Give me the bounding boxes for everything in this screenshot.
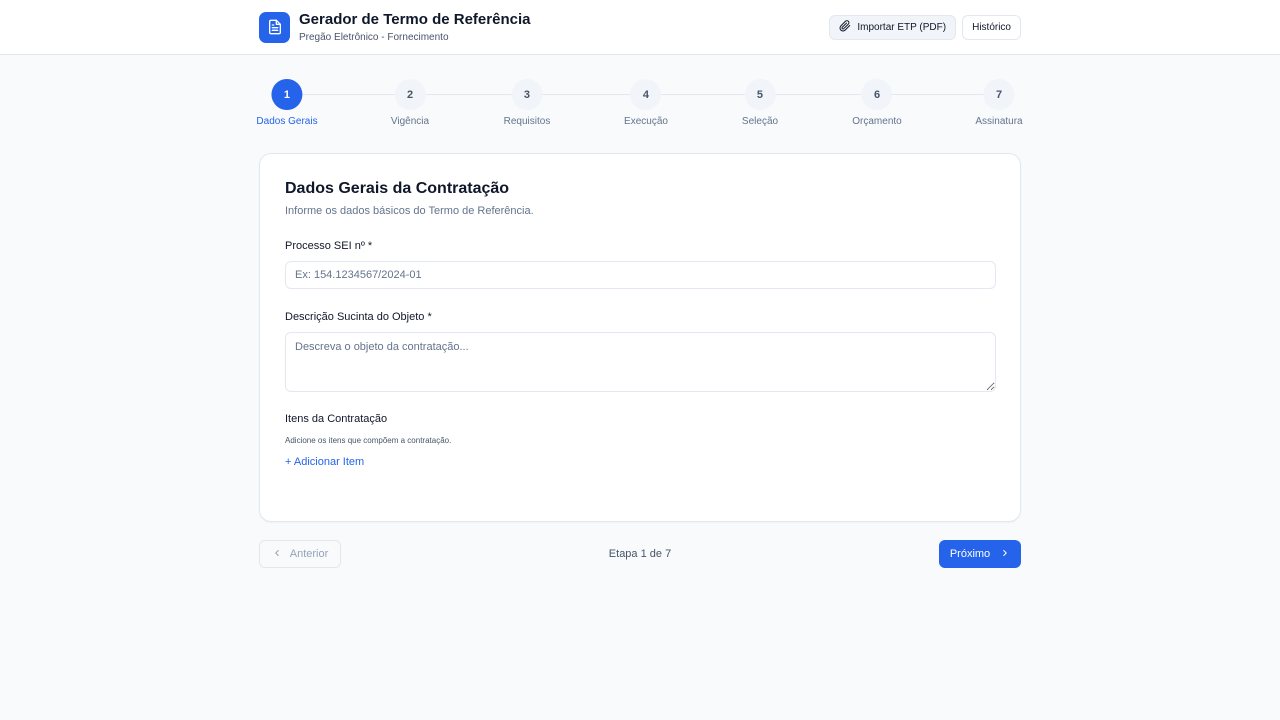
descricao-objeto-label: Descrição Sucinta do Objeto *	[285, 311, 432, 323]
step-assinatura[interactable]: 7 Assinatura	[975, 79, 1023, 127]
header-content: Gerador de Termo de Referência Pregão El…	[259, 0, 1021, 54]
chevron-left-icon	[272, 548, 282, 561]
processo-sei-label: Processo SEI nº *	[285, 240, 373, 252]
step-vigencia[interactable]: 2 Vigência	[391, 79, 429, 127]
step-selecao[interactable]: 5 Seleção	[742, 79, 778, 127]
step-number: 1	[271, 79, 303, 110]
previous-button[interactable]: Anterior	[259, 540, 341, 568]
step-execucao[interactable]: 4 Execução	[624, 79, 668, 127]
import-etp-button[interactable]: Importar ETP (PDF)	[829, 14, 957, 40]
step-label: Seleção	[741, 116, 779, 127]
paperclip-icon	[839, 19, 851, 35]
step-number: 3	[511, 79, 543, 110]
step-counter: Etapa 1 de 7	[608, 548, 672, 560]
step-requisitos[interactable]: 3 Requisitos	[503, 79, 551, 127]
descricao-objeto-textarea[interactable]	[285, 332, 996, 392]
brand-text: Gerador de Termo de Referência Pregão El…	[299, 11, 530, 43]
step-number: 5	[744, 79, 776, 110]
next-label: Próximo	[949, 548, 991, 560]
header-actions: Importar ETP (PDF) Histórico	[829, 14, 1021, 40]
step-number: 2	[394, 79, 426, 110]
form-subtitle: Informe os dados básicos do Termo de Ref…	[285, 205, 534, 217]
step-label: Orçamento	[852, 116, 902, 127]
itens-contratacao-hint: Adicione os itens que compõem a contrata…	[285, 436, 452, 445]
step-label: Execução	[624, 116, 668, 127]
next-button[interactable]: Próximo	[939, 540, 1021, 568]
step-number: 4	[630, 79, 662, 110]
wizard-navigation: Etapa 1 de 7 Anterior Próximo	[259, 540, 1021, 568]
step-label: Requisitos	[503, 116, 551, 127]
brand: Gerador de Termo de Referência Pregão El…	[259, 11, 530, 43]
chevron-right-icon	[1000, 548, 1010, 561]
step-label: Dados Gerais	[256, 116, 318, 127]
step-number: 7	[983, 79, 1015, 110]
step-label: Assinatura	[975, 116, 1023, 127]
step-label: Vigência	[390, 116, 430, 127]
form-title: Dados Gerais da Contratação	[285, 180, 510, 197]
import-etp-label: Importar ETP (PDF)	[857, 21, 947, 33]
document-icon	[259, 11, 290, 43]
step-dados-gerais[interactable]: 1 Dados Gerais	[256, 79, 318, 127]
form-card: Dados Gerais da Contratação Informe os d…	[259, 153, 1021, 522]
history-button[interactable]: Histórico	[962, 14, 1021, 40]
itens-contratacao-title: Itens da Contratação	[285, 413, 388, 425]
add-item-button[interactable]: + Adicionar Item	[285, 456, 364, 468]
step-number: 6	[861, 79, 893, 110]
previous-label: Anterior	[289, 548, 329, 560]
app-subtitle: Pregão Eletrônico - Fornecimento	[299, 32, 449, 43]
step-orcamento[interactable]: 6 Orçamento	[852, 79, 902, 127]
app-header: Gerador de Termo de Referência Pregão El…	[0, 0, 1280, 55]
app-title: Gerador de Termo de Referência	[299, 11, 531, 28]
stepper: 1 Dados Gerais 2 Vigência 3 Requisitos 4…	[256, 79, 1023, 131]
processo-sei-input[interactable]	[285, 261, 996, 289]
